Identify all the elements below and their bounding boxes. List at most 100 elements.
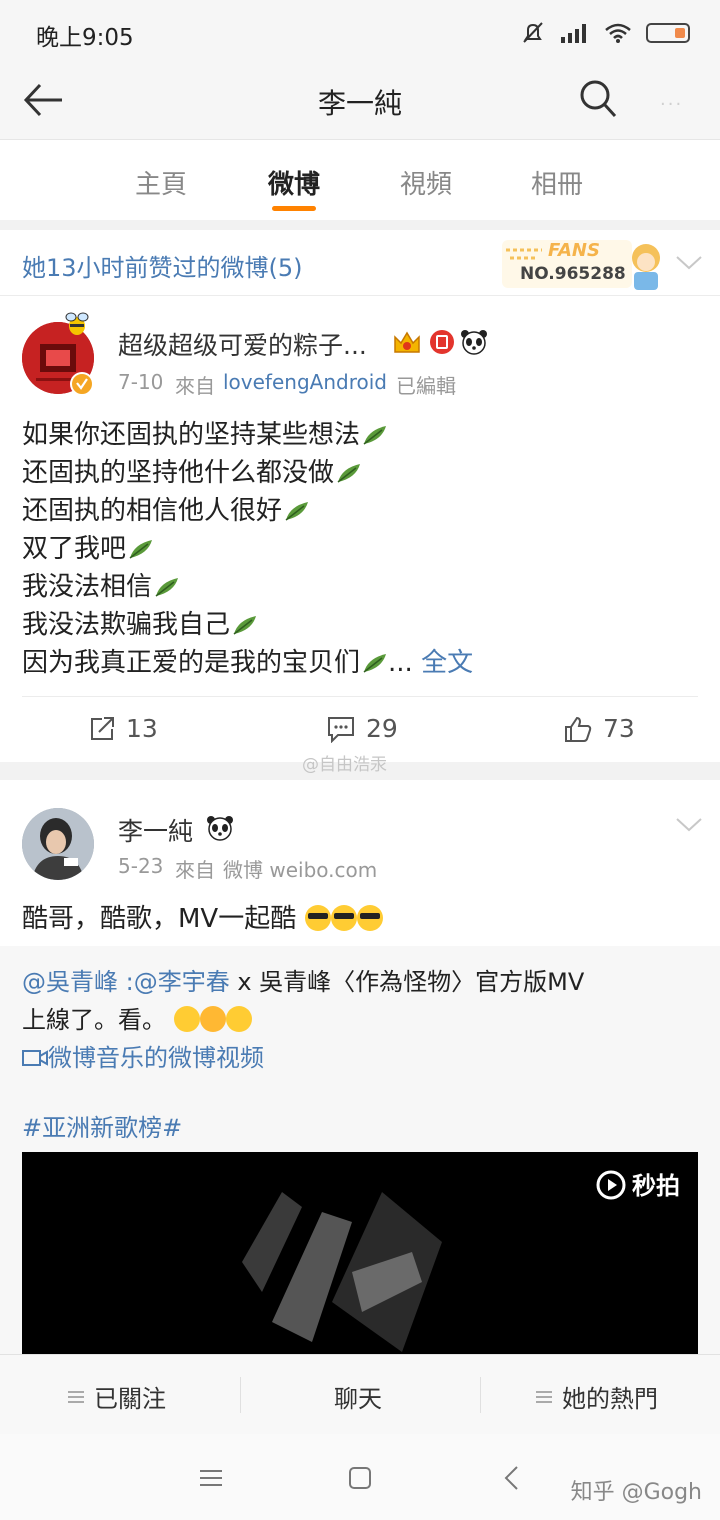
nav-bar: 李一純 ··· [0, 64, 720, 140]
post-ellipsis: ... [388, 648, 413, 678]
mute-bell-icon [523, 22, 543, 43]
search-icon[interactable] [578, 78, 618, 122]
leaf-emoji-icon [155, 578, 179, 597]
mention-link[interactable]: @李宇春 [134, 968, 230, 996]
leaf-emoji-icon [337, 464, 361, 483]
chevron-down-icon[interactable] [676, 818, 702, 832]
battery-icon [646, 23, 690, 43]
divider [240, 1377, 241, 1413]
repost-button[interactable]: 13 [88, 714, 158, 743]
thumbs-up-icon [565, 716, 592, 742]
comment-icon [328, 716, 354, 743]
like-button[interactable]: 73 [563, 714, 635, 743]
avatar[interactable] [22, 808, 94, 880]
fans-label: FANS [548, 240, 600, 261]
status-time: 晚上9:05 [36, 25, 134, 51]
status-bar: 晚上9:05 [0, 0, 720, 64]
hashtag-link[interactable]: #亚洲新歌榜# [22, 1108, 182, 1143]
miaopai-logo: 秒拍 [594, 1166, 680, 1201]
shock-emoji-icon [225, 1006, 252, 1032]
leaf-emoji-icon [363, 426, 387, 445]
chevron-down-icon[interactable] [676, 256, 702, 270]
leaf-emoji-icon [363, 654, 387, 673]
post-source: 微博 weibo.com [223, 858, 378, 882]
post-line-text: 如果你还固执的坚持某些想法 [22, 420, 361, 450]
liked-posts-bar[interactable]: 她13小时前赞过的微博(5) FANS NO.965288 [0, 230, 720, 296]
post-line: 因为我真正爱的是我的宝贝们... 全文 [22, 642, 473, 679]
panda-icon [461, 330, 487, 355]
post-line-text: 我没法相信 [22, 572, 153, 602]
leaf-emoji-icon [285, 502, 309, 521]
home-square-icon[interactable] [348, 1466, 372, 1490]
more-icon[interactable]: ··· [660, 94, 683, 115]
video-camera-icon [22, 1050, 48, 1066]
repost-line: 上線了。看。 [22, 1000, 252, 1035]
post-line-text: 还固执的相信他人很好 [22, 496, 283, 526]
full-text-link[interactable]: 全文 [421, 648, 473, 678]
menu-icon [536, 1390, 552, 1403]
cry-emoji-icon [199, 1006, 226, 1032]
post-edited-label: 已編輯 [396, 374, 456, 398]
leaf-emoji-icon [129, 540, 153, 559]
divider [480, 1377, 481, 1413]
post-username[interactable]: 超级超级可爱的粽子... [118, 326, 367, 362]
red-badge-icon [430, 330, 454, 354]
repost-count: 13 [126, 714, 158, 743]
signal-icon [561, 24, 586, 43]
post-line-text: 双了我吧 [22, 534, 127, 564]
post-line-text: 还固执的坚持他什么都没做 [22, 458, 335, 488]
repost-text: x 吳青峰〈作為怪物〉官方版MV [229, 968, 585, 996]
post-line: 我没法相信 [22, 566, 180, 603]
comment-button[interactable]: 29 [326, 714, 398, 743]
tab-videos[interactable]: 視頻 [400, 164, 452, 201]
post-source-prefix: 來自 [175, 858, 215, 882]
post-line: 还固执的坚持他什么都没做 [22, 452, 362, 489]
post-line: 我没法欺骗我自己 [22, 604, 258, 641]
menu-icon[interactable] [198, 1468, 224, 1488]
verified-icon [70, 372, 94, 396]
active-tab-indicator [272, 206, 316, 211]
post-text: 酷哥，酷歌，MV一起酷 [22, 898, 383, 935]
leaf-emoji-icon [233, 616, 257, 635]
following-label: 已關注 [94, 1385, 166, 1413]
liked-posts-label: 她13小时前赞过的微博(5) [22, 254, 303, 282]
avatar-image [22, 808, 94, 880]
mention-link[interactable]: @吳青峰 [22, 968, 118, 996]
post-line: 如果你还固执的坚持某些想法 [22, 414, 388, 451]
repost-text: 上線了。看。 [22, 1006, 166, 1034]
wifi-icon [605, 23, 631, 43]
hot-posts-label: 她的熱門 [562, 1385, 658, 1413]
cool-emoji-icon [356, 905, 383, 931]
back-triangle-icon[interactable] [502, 1464, 520, 1492]
attribution-watermark: 知乎 @Gogh [570, 1480, 702, 1505]
post-card: 超级超级可爱的粽子... 7-10 來自 lovefengAndroid 已編輯… [0, 296, 720, 762]
chat-label: 聊天 [334, 1385, 382, 1413]
profile-tabs: 主頁 微博 視頻 相冊 [0, 140, 720, 220]
system-nav-bar: 知乎 @Gogh [0, 1434, 720, 1520]
repost-icon [91, 716, 114, 740]
smile-emoji-icon [173, 1006, 200, 1032]
status-icons [520, 20, 690, 46]
cool-emoji-icon [330, 905, 357, 931]
post-date: 7-10 [118, 370, 164, 394]
tab-home[interactable]: 主頁 [135, 164, 187, 201]
following-button[interactable]: 已關注 [68, 1379, 166, 1414]
chat-button[interactable]: 聊天 [334, 1379, 382, 1414]
video-link-line[interactable]: 微博音乐的微博视频 [22, 1038, 264, 1073]
hot-posts-button[interactable]: 她的熱門 [536, 1379, 658, 1414]
timer-icon [596, 1170, 626, 1199]
image-watermark: @自由浩汞 [302, 755, 387, 775]
menu-icon [68, 1390, 84, 1403]
tab-weibo[interactable]: 微博 [268, 164, 320, 201]
like-count: 73 [603, 714, 635, 743]
miaopai-label: 秒拍 [632, 1172, 680, 1200]
post-line: 还固执的相信他人很好 [22, 490, 310, 527]
tab-albums[interactable]: 相冊 [531, 164, 583, 201]
post-line: 双了我吧 [22, 528, 154, 565]
post-line-text: 我没法欺骗我自己 [22, 610, 231, 640]
video-player[interactable]: 秒拍 [22, 1152, 698, 1354]
post-date: 5-23 [118, 854, 164, 878]
video-link[interactable]: 微博音乐的微博视频 [48, 1044, 264, 1072]
post-source[interactable]: lovefengAndroid [223, 370, 387, 394]
post-username[interactable]: 李一純 [118, 812, 193, 848]
